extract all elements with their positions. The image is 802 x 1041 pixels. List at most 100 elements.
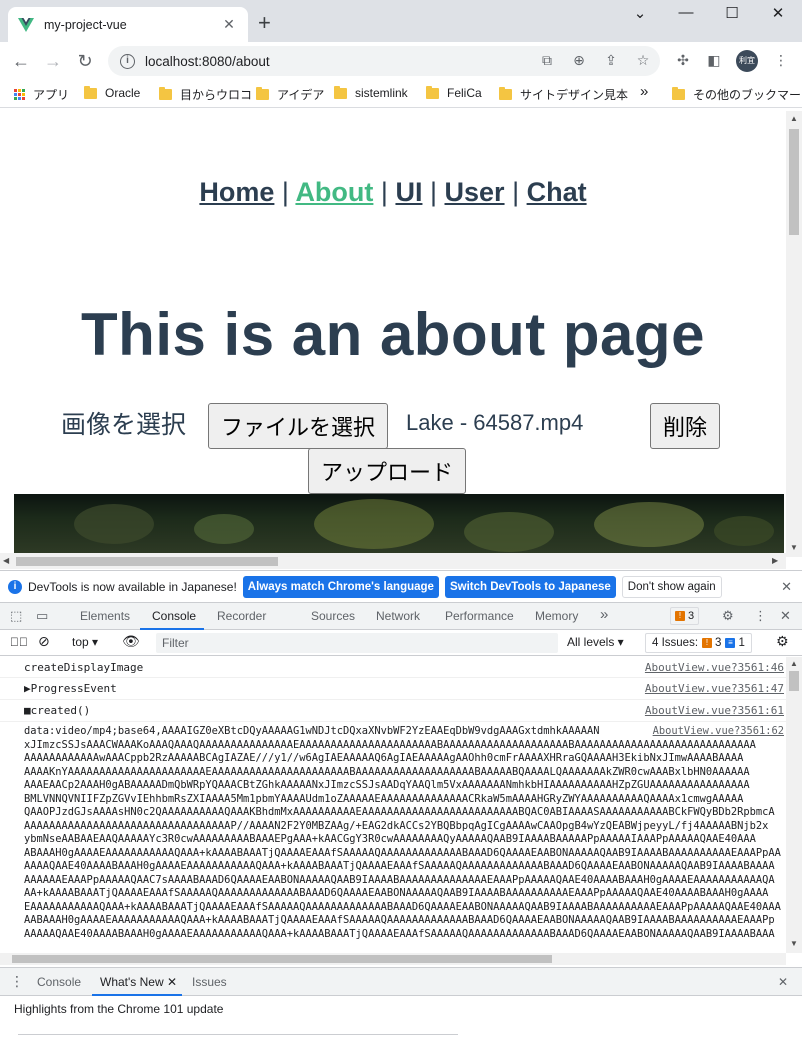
page-horizontal-scrollbar[interactable]: ◀ ▶ bbox=[0, 553, 786, 569]
chevron-down-icon[interactable]: ⌄ bbox=[630, 4, 650, 22]
devtools-menu-icon[interactable]: ⋮ bbox=[754, 608, 767, 624]
always-match-language-button[interactable]: Always match Chrome's language bbox=[242, 575, 439, 598]
bookmark-folder[interactable]: 目からウロコ bbox=[159, 86, 252, 103]
scroll-up-icon[interactable]: ▲ bbox=[790, 659, 798, 668]
drawer-tab-issues[interactable]: Issues bbox=[192, 975, 227, 989]
page-vertical-scrollbar[interactable]: ▲ ▼ bbox=[786, 111, 802, 557]
zoom-icon[interactable]: ⊕ bbox=[570, 52, 588, 69]
context-selector[interactable]: top ▾ bbox=[72, 635, 98, 649]
log-source-link[interactable]: AboutView.vue?3561:47 bbox=[645, 682, 784, 695]
browser-window: my-project-vue ✕ + ⌄ — ☐ ✕ ← → ↻ i local… bbox=[0, 0, 802, 1041]
bookmark-folder[interactable]: sistemlink bbox=[334, 85, 408, 100]
drawer-tab-whats-new[interactable]: What's New ✕ bbox=[100, 975, 177, 989]
log-source-link[interactable]: AboutView.vue?3561:62 bbox=[644, 725, 784, 739]
upload-button[interactable]: アップロード bbox=[308, 448, 467, 494]
log-source-link[interactable]: AboutView.vue?3561:46 bbox=[645, 661, 784, 674]
close-icon[interactable]: ✕ bbox=[781, 579, 792, 595]
switch-devtools-japanese-button[interactable]: Switch DevTools to Japanese bbox=[444, 575, 616, 598]
bookmark-folder[interactable]: アイデア bbox=[256, 86, 324, 103]
tab-elements[interactable]: Elements bbox=[80, 609, 130, 623]
dont-show-again-button[interactable]: Don't show again bbox=[621, 575, 722, 598]
reload-icon[interactable]: ↻ bbox=[74, 50, 96, 72]
tab-close-icon[interactable]: ✕ bbox=[220, 16, 238, 33]
avatar[interactable]: 利宜 bbox=[736, 50, 758, 72]
nav-link-about[interactable]: About bbox=[295, 177, 373, 207]
nav-link-chat[interactable]: Chat bbox=[527, 177, 587, 207]
issues-counter-button[interactable]: 4 Issues: ! 3 ≡ 1 bbox=[645, 633, 752, 653]
bookmark-star-icon[interactable]: ☆ bbox=[634, 52, 652, 69]
drawer-tab-console[interactable]: Console bbox=[37, 975, 81, 989]
data-url-line: AAAAAAAAAAAAAAAAAAAAAAAAAAAAAAAAAP//AAAA… bbox=[24, 819, 769, 832]
devtools-tab-bar: ⬚ ▭ Elements Console Recorder Sources Ne… bbox=[0, 602, 802, 630]
live-expression-eye-icon[interactable]: 👁 bbox=[122, 633, 140, 650]
scroll-thumb[interactable] bbox=[12, 955, 552, 963]
close-devtools-icon[interactable]: ✕ bbox=[780, 608, 791, 624]
console-vertical-scrollbar[interactable]: ▲ ▼ bbox=[786, 657, 802, 953]
scroll-thumb[interactable] bbox=[789, 671, 799, 691]
url-text[interactable]: localhost:8080/about bbox=[145, 54, 270, 69]
tab-recorder[interactable]: Recorder bbox=[217, 609, 266, 623]
scroll-thumb[interactable] bbox=[16, 557, 278, 566]
choose-file-button[interactable]: ファイルを選択 bbox=[208, 403, 389, 449]
devtools-drawer-tabs: ⋮ Console What's New ✕ Issues ✕ bbox=[0, 967, 802, 996]
scroll-down-icon[interactable]: ▼ bbox=[790, 939, 798, 948]
console-horizontal-scrollbar[interactable] bbox=[0, 953, 786, 965]
log-levels-dropdown[interactable]: All levels ▾ bbox=[567, 635, 624, 649]
log-row: ▶ProgressEvent AboutView.vue?3561:47 bbox=[0, 678, 786, 700]
log-message[interactable]: ▶ProgressEvent bbox=[24, 682, 117, 695]
address-bar[interactable]: i localhost:8080/about ⧉ ⊕ ⇪ ☆ bbox=[108, 46, 660, 76]
scroll-up-icon[interactable]: ▲ bbox=[790, 114, 798, 123]
nav-separator: | bbox=[380, 177, 388, 207]
console-settings-gear-icon[interactable]: ⚙ bbox=[776, 633, 789, 650]
side-panel-icon[interactable]: ◧ bbox=[705, 52, 723, 69]
more-tabs-button[interactable]: » bbox=[600, 606, 608, 623]
window-close-button[interactable]: ✕ bbox=[768, 4, 788, 22]
bookmark-folder[interactable]: FeliCa bbox=[426, 85, 482, 100]
bookmark-label: Oracle bbox=[105, 86, 141, 100]
settings-gear-icon[interactable]: ⚙ bbox=[722, 608, 734, 624]
nav-link-home[interactable]: Home bbox=[199, 177, 274, 207]
new-tab-button[interactable]: + bbox=[258, 12, 271, 34]
console-filter-input[interactable]: Filter bbox=[156, 633, 558, 653]
device-toolbar-icon[interactable]: ▭ bbox=[36, 608, 48, 624]
nav-link-user[interactable]: User bbox=[445, 177, 505, 207]
browser-toolbar: ← → ↻ i localhost:8080/about ⧉ ⊕ ⇪ ☆ ✣ ◧… bbox=[0, 42, 802, 80]
bookmark-label: サイトデザイン見本 bbox=[520, 88, 629, 102]
forward-arrow-icon[interactable]: → bbox=[42, 50, 64, 72]
translate-icon[interactable]: ⧉ bbox=[538, 52, 556, 69]
extensions-icon[interactable]: ✣ bbox=[674, 52, 692, 69]
tab-performance[interactable]: Performance bbox=[445, 609, 514, 623]
video-preview[interactable] bbox=[14, 494, 784, 554]
tab-network[interactable]: Network bbox=[376, 609, 420, 623]
delete-button[interactable]: 削除 bbox=[650, 403, 721, 449]
clear-console-icon[interactable]: ⊘ bbox=[38, 633, 50, 650]
bookmark-folder[interactable]: サイトデザイン見本 bbox=[499, 86, 628, 103]
page-viewport: Home | About | UI | User | Chat This is … bbox=[0, 111, 802, 569]
share-icon[interactable]: ⇪ bbox=[602, 52, 620, 69]
back-arrow-icon[interactable]: ← bbox=[10, 50, 32, 72]
tab-console[interactable]: Console bbox=[152, 609, 196, 623]
log-source-link[interactable]: AboutView.vue?3561:61 bbox=[645, 704, 784, 717]
other-bookmarks[interactable]: その他のブックマーク bbox=[672, 86, 802, 103]
nav-link-ui[interactable]: UI bbox=[395, 177, 422, 207]
inspect-element-icon[interactable]: ⬚ bbox=[10, 608, 22, 624]
close-drawer-icon[interactable]: ✕ bbox=[778, 975, 788, 989]
site-info-icon[interactable]: i bbox=[120, 53, 135, 69]
maximize-button[interactable]: ☐ bbox=[722, 4, 742, 22]
issues-badge[interactable]: ! 3 bbox=[670, 607, 700, 625]
bookmark-folder[interactable]: Oracle bbox=[84, 85, 141, 100]
apps-grid-icon bbox=[14, 89, 25, 100]
sidebar-toggle-icon[interactable]: ▸⃞ bbox=[10, 635, 28, 649]
scroll-down-icon[interactable]: ▼ bbox=[790, 543, 798, 552]
tab-memory[interactable]: Memory bbox=[535, 609, 578, 623]
bookmarks-overflow-button[interactable]: » bbox=[640, 83, 648, 100]
menu-kebab-icon[interactable]: ⋮ bbox=[772, 52, 790, 69]
scroll-left-icon[interactable]: ◀ bbox=[3, 556, 9, 565]
browser-tab[interactable]: my-project-vue ✕ bbox=[8, 7, 248, 42]
minimize-button[interactable]: — bbox=[676, 4, 696, 21]
scroll-thumb[interactable] bbox=[789, 129, 799, 235]
drawer-menu-icon[interactable]: ⋮ bbox=[10, 973, 24, 990]
bookmark-apps[interactable]: アプリ bbox=[14, 86, 69, 103]
scroll-right-icon[interactable]: ▶ bbox=[772, 556, 778, 565]
tab-sources[interactable]: Sources bbox=[311, 609, 355, 623]
